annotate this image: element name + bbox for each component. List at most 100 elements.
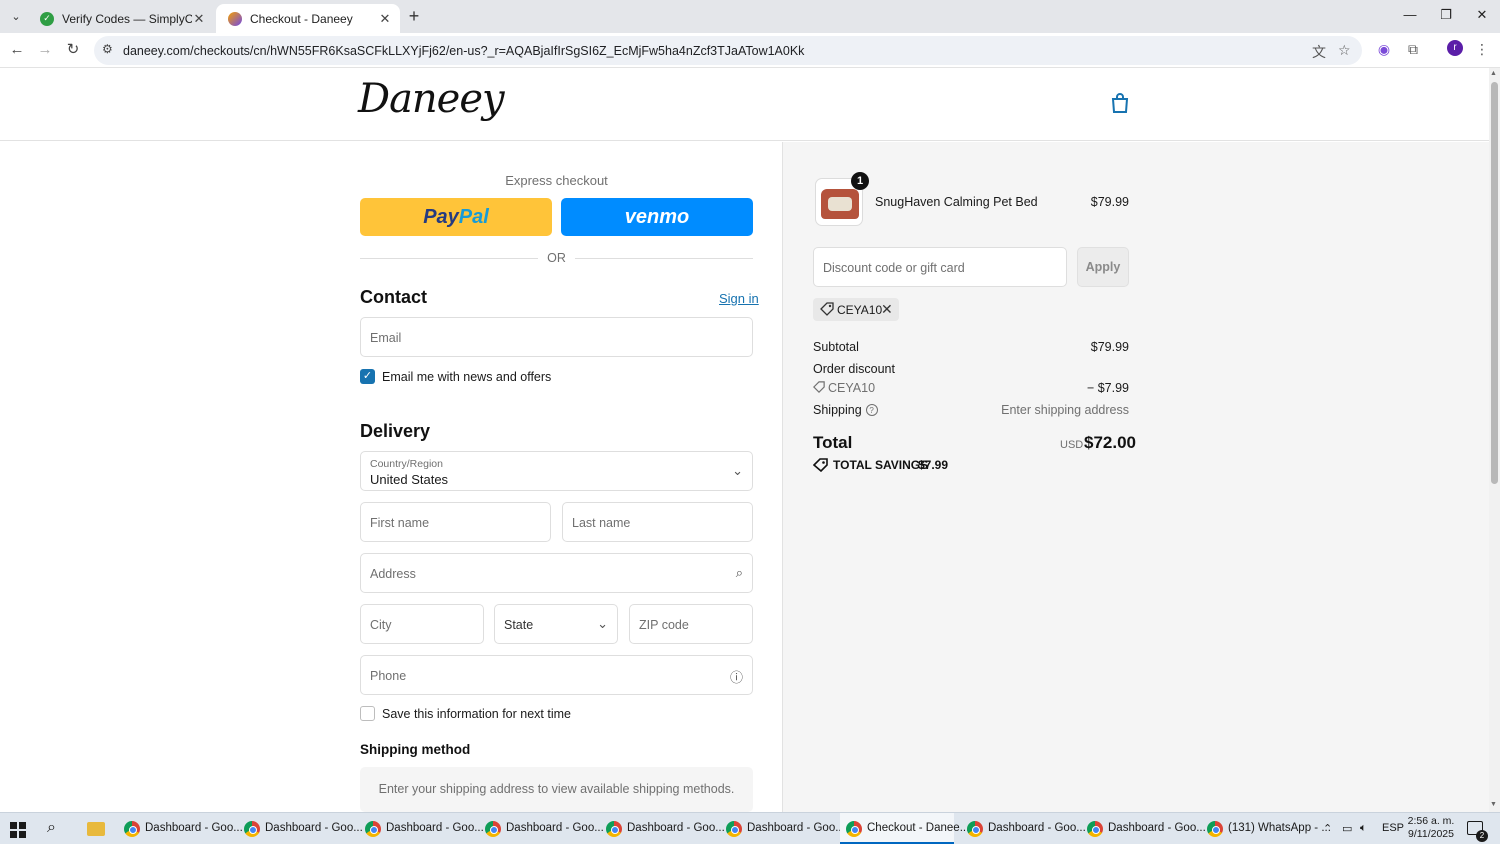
- taskbar-item[interactable]: Dashboard - Goo...: [961, 813, 1086, 844]
- page-scrollbar[interactable]: ▲ ▼: [1489, 68, 1500, 812]
- zip-field[interactable]: ZIP code: [629, 604, 753, 644]
- tab-checkout[interactable]: Checkout - Daneey ✕: [216, 4, 400, 33]
- site-info-icon[interactable]: ⚙: [102, 42, 113, 56]
- volume-icon[interactable]: 🔈︎: [1360, 822, 1367, 835]
- last-name-field[interactable]: Last name: [562, 502, 753, 542]
- translate-icon[interactable]: ⽂: [1312, 42, 1326, 62]
- shipping-row: Shipping?: [813, 403, 878, 417]
- store-logo[interactable]: Daneey: [358, 76, 505, 122]
- chrome-icon: [124, 821, 140, 837]
- taskbar-item[interactable]: Dashboard - Goo...: [118, 813, 243, 844]
- windows-start-icon[interactable]: [10, 822, 26, 838]
- venmo-button[interactable]: venmo: [561, 198, 753, 236]
- search-icon: ⌕: [735, 565, 743, 580]
- order-discount-label: Order discount: [813, 362, 895, 376]
- tab-search-chevron-icon[interactable]: ⌄: [6, 7, 26, 25]
- url-text[interactable]: daneey.com/checkouts/cn/hWN55FR6KsaSCFkL…: [123, 44, 804, 58]
- minimize-icon[interactable]: —: [1395, 4, 1425, 26]
- taskbar-item[interactable]: Dashboard - Goo...: [238, 813, 363, 844]
- applied-code: CEYA10: [837, 303, 883, 317]
- chrome-icon: [606, 821, 622, 837]
- back-arrow-icon[interactable]: ←: [6, 39, 28, 61]
- paypal-label-b: Pal: [458, 206, 489, 228]
- taskbar-item-label: Dashboard - Goo...: [386, 822, 484, 834]
- extension-swirl-icon[interactable]: ◉: [1374, 41, 1394, 61]
- apply-discount-button[interactable]: Apply: [1077, 247, 1129, 287]
- country-value: United States: [370, 472, 449, 487]
- language-indicator[interactable]: ESP: [1382, 822, 1404, 834]
- taskbar-item-label: Dashboard - Goo...: [145, 822, 243, 834]
- windows-taskbar: ⌕ Dashboard - Goo... Dashboard - Goo... …: [0, 812, 1500, 844]
- taskbar-item[interactable]: Dashboard - Goo...: [600, 813, 725, 844]
- total-value: $72.00: [1084, 433, 1136, 452]
- shipping-method-notice: Enter your shipping address to view avai…: [360, 767, 753, 812]
- taskbar-item[interactable]: (131) WhatsApp - ...: [1201, 813, 1331, 844]
- phone-field[interactable]: Phone ⓘ: [360, 655, 753, 695]
- taskbar-item-active[interactable]: Checkout - Danee...: [840, 813, 969, 844]
- first-name-field[interactable]: First name: [360, 502, 551, 542]
- scrollbar-thumb[interactable]: [1491, 82, 1498, 484]
- taskbar-item[interactable]: Dashboard - Goo...: [720, 813, 845, 844]
- taskbar-item-label: Dashboard - Goo...: [627, 822, 725, 834]
- country-label: Country/Region: [370, 458, 443, 470]
- chrome-icon: [244, 821, 260, 837]
- help-circle-icon[interactable]: ?: [865, 404, 878, 416]
- address-placeholder: Address: [370, 567, 416, 581]
- taskbar-item[interactable]: Dashboard - Goo...: [479, 813, 604, 844]
- close-icon[interactable]: ✕: [378, 11, 392, 27]
- product-name: SnugHaven Calming Pet Bed: [875, 195, 1038, 209]
- chrome-icon: [365, 821, 381, 837]
- discount-code-input[interactable]: Discount code or gift card: [813, 247, 1067, 287]
- new-tab-plus-icon[interactable]: +: [404, 6, 424, 26]
- shipping-value: Enter shipping address: [1001, 403, 1129, 417]
- scroll-up-icon[interactable]: ▲: [1490, 70, 1497, 77]
- tray-chevron-up-icon[interactable]: ⌃: [1323, 822, 1332, 835]
- file-explorer-icon[interactable]: [87, 822, 105, 836]
- system-clock[interactable]: 2:56 a. m. 9/11/2025: [1405, 815, 1457, 841]
- applied-code-chip: CEYA10 ✕: [813, 298, 899, 321]
- window-close-icon[interactable]: ✕: [1467, 4, 1497, 26]
- search-icon[interactable]: ⌕: [47, 819, 56, 837]
- city-field[interactable]: City: [360, 604, 484, 644]
- chrome-icon: [726, 821, 742, 837]
- total-label: Total: [813, 433, 853, 452]
- help-circle-icon[interactable]: ⓘ: [730, 667, 743, 686]
- news-offers-label: Email me with news and offers: [382, 370, 552, 384]
- taskbar-item-label: Dashboard - Goo...: [1108, 822, 1206, 834]
- email-field[interactable]: Email: [360, 317, 753, 357]
- reload-icon[interactable]: ↻: [62, 39, 84, 61]
- restore-icon[interactable]: ❐: [1431, 4, 1461, 26]
- divider: [575, 258, 753, 259]
- total-currency: USD: [1060, 439, 1084, 451]
- shopping-bag-icon[interactable]: [1110, 92, 1130, 114]
- scroll-down-icon[interactable]: ▼: [1490, 801, 1497, 808]
- country-select[interactable]: Country/Region United States ⌄: [360, 451, 753, 491]
- simplycodes-favicon-icon: ✓: [40, 11, 54, 26]
- address-bar[interactable]: ⚙ daneey.com/checkouts/cn/hWN55FR6KsaSCF…: [94, 36, 1362, 65]
- forward-arrow-icon[interactable]: →: [34, 39, 56, 61]
- contact-heading: Contact: [360, 287, 427, 307]
- shipping-label: Shipping: [813, 403, 862, 417]
- save-info-checkbox[interactable]: [360, 706, 375, 721]
- sign-in-link[interactable]: Sign in: [719, 291, 759, 306]
- chrome-icon: [1207, 821, 1223, 837]
- zip-placeholder: ZIP code: [639, 618, 689, 632]
- news-offers-checkbox[interactable]: ✓: [360, 369, 375, 384]
- state-select[interactable]: State ⌄: [494, 604, 618, 644]
- taskbar-item[interactable]: Dashboard - Goo...: [359, 813, 484, 844]
- chrome-icon: [485, 821, 501, 837]
- address-field[interactable]: Address ⌕: [360, 553, 753, 593]
- tab-title: Verify Codes — SimplyCodes: [62, 11, 192, 26]
- network-icon[interactable]: ▭: [1342, 822, 1352, 835]
- taskbar-item[interactable]: Dashboard - Goo...: [1081, 813, 1206, 844]
- taskbar-item-label: Dashboard - Goo...: [747, 822, 845, 834]
- remove-code-icon[interactable]: ✕: [881, 301, 893, 318]
- tab-simplycodes[interactable]: ✓ Verify Codes — SimplyCodes ✕: [28, 4, 214, 33]
- shipping-method-heading: Shipping method: [360, 742, 471, 757]
- profile-avatar[interactable]: r: [1447, 40, 1463, 56]
- close-icon[interactable]: ✕: [192, 11, 206, 27]
- paypal-button[interactable]: PayPal: [360, 198, 552, 236]
- menu-dots-icon[interactable]: ⋮: [1472, 41, 1492, 61]
- extensions-puzzle-icon[interactable]: ⧉: [1403, 41, 1423, 61]
- bookmark-star-icon[interactable]: ☆: [1338, 42, 1351, 59]
